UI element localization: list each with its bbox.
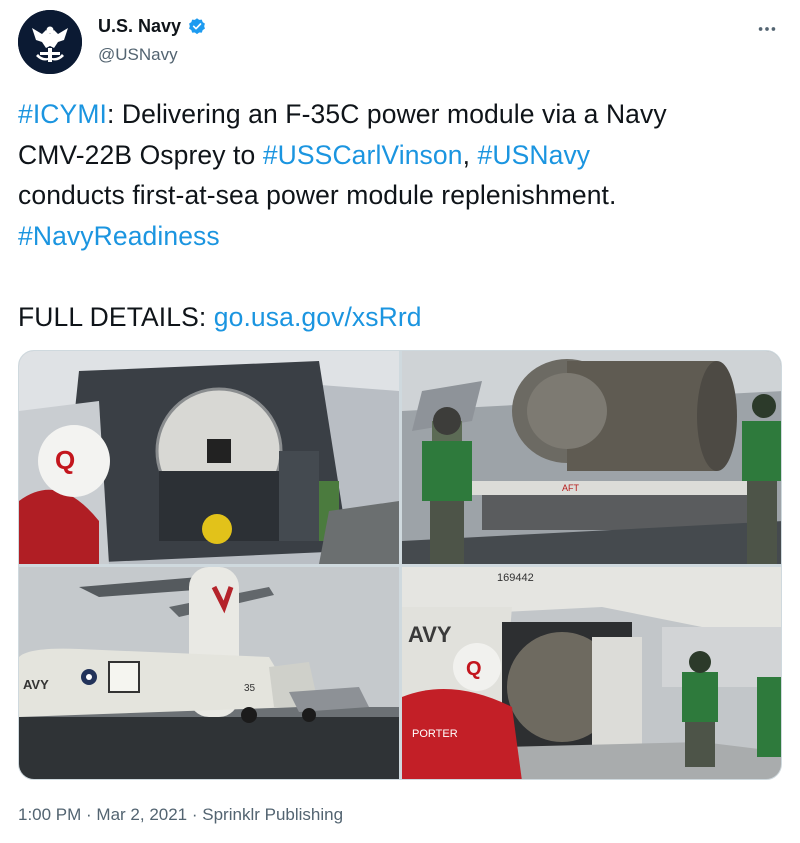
handle[interactable]: @USNavy xyxy=(98,45,178,65)
photo-label: Q xyxy=(466,658,482,680)
details-link[interactable]: go.usa.gov/xsRrd xyxy=(214,302,422,332)
photo-label: 35 xyxy=(244,683,256,694)
photo-power-module-engine[interactable]: AFT xyxy=(402,351,781,564)
meta-separator: · xyxy=(81,805,97,824)
media-grid: Q AFT AVY 35 169442 AVY PORTER Q xyxy=(18,350,782,780)
tweet-text-segment: CMV-22B Osprey to xyxy=(18,139,263,170)
more-options-icon[interactable] xyxy=(754,16,780,42)
tweet-line-5: FULL DETAILS: go.usa.gov/xsRrd xyxy=(18,297,782,338)
tweet-line-1: #ICYMI: Delivering an F-35C power module… xyxy=(18,94,782,135)
photo-label: 169442 xyxy=(497,572,534,584)
tweet-header: U.S. Navy @USNavy xyxy=(18,10,782,76)
verified-badge-icon xyxy=(187,17,207,37)
display-name[interactable]: U.S. Navy xyxy=(98,16,181,37)
navy-eagle-icon xyxy=(18,10,82,74)
avatar[interactable] xyxy=(18,10,82,74)
tweet-text-segment: : Delivering an F-35C power module via a… xyxy=(106,99,667,129)
tweet-text: #ICYMI: Delivering an F-35C power module… xyxy=(18,94,782,337)
name-row: U.S. Navy xyxy=(98,16,207,37)
tweet-text-segment: , xyxy=(462,139,478,170)
hashtag-usscarlvinson[interactable]: #USSCarlVinson xyxy=(263,140,463,170)
photo-label: Q xyxy=(55,445,75,475)
photo-label: PORTER xyxy=(412,728,458,740)
tweet-text-segment: conducts first-at-sea power module reple… xyxy=(18,180,617,210)
photo-label: AVY xyxy=(23,677,49,692)
full-details-label: FULL DETAILS: xyxy=(18,301,214,332)
tweet-line-3: conducts first-at-sea power module reple… xyxy=(18,175,782,216)
hashtag-icymi[interactable]: #ICYMI xyxy=(18,99,107,129)
photo-label: AVY xyxy=(408,622,452,647)
photo-label: AFT xyxy=(562,483,580,493)
tweet-meta: 1:00 PM · Mar 2, 2021 · Sprinklr Publish… xyxy=(18,805,343,825)
tweet-source[interactable]: Sprinklr Publishing xyxy=(202,805,343,824)
hashtag-navyreadiness[interactable]: #NavyReadiness xyxy=(18,221,220,251)
hashtag-usnavy[interactable]: #USNavy xyxy=(478,140,591,170)
tweet-time[interactable]: 1:00 PM xyxy=(18,805,81,824)
tweet-line-4: #NavyReadiness xyxy=(18,216,782,257)
tweet-date[interactable]: Mar 2, 2021 xyxy=(96,805,187,824)
photo-osprey-cargo-bay[interactable]: Q xyxy=(19,351,399,564)
photo-module-unloading[interactable]: 169442 AVY PORTER Q xyxy=(402,567,781,779)
meta-separator: · xyxy=(187,805,203,824)
photo-osprey-on-deck[interactable]: AVY 35 xyxy=(19,567,399,779)
tweet-line-2: CMV-22B Osprey to #USSCarlVinson, #USNav… xyxy=(18,135,782,176)
